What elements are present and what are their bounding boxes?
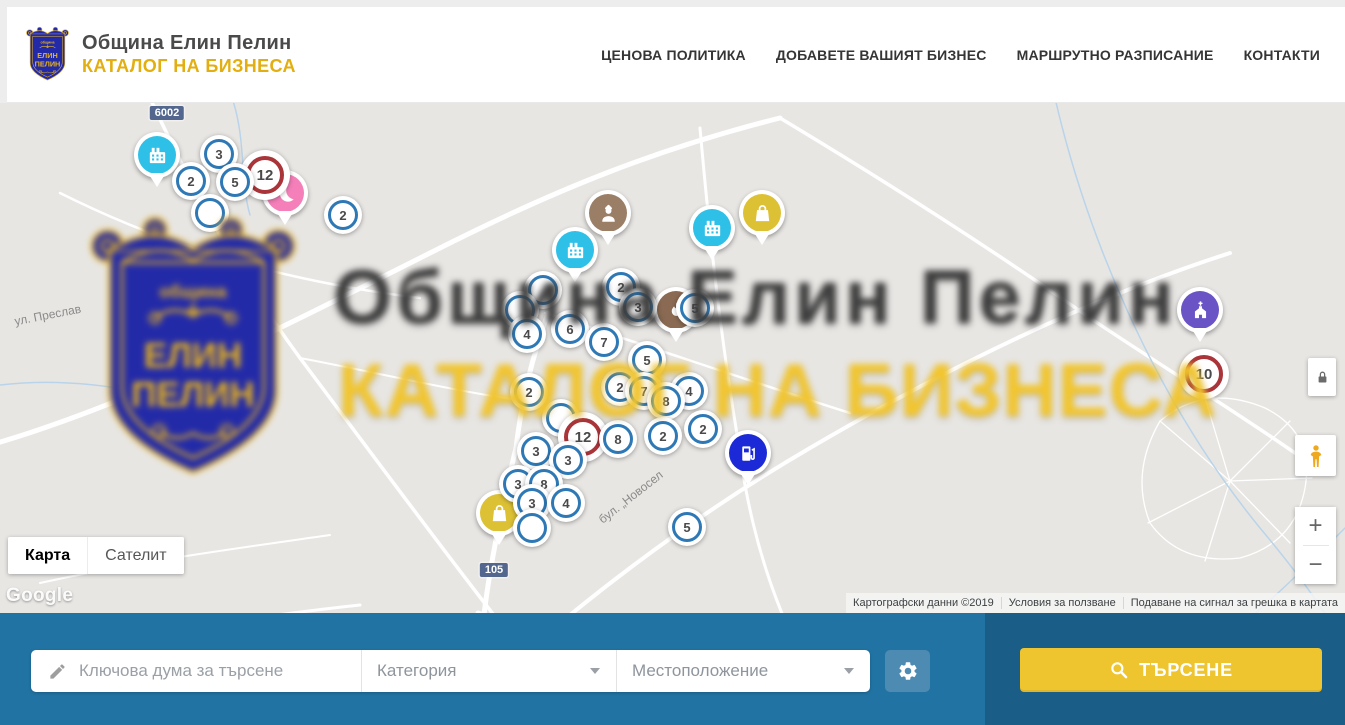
map-cluster[interactable] xyxy=(513,509,551,547)
cluster-count: 3 xyxy=(532,444,539,459)
chevron-down-icon xyxy=(590,668,600,674)
cluster-count: 5 xyxy=(231,175,238,190)
map-cluster[interactable]: 5 xyxy=(216,163,254,201)
cluster-count: 2 xyxy=(525,385,532,400)
cluster-count: 4 xyxy=(523,327,530,342)
cluster-count: 5 xyxy=(683,520,690,535)
nav-link[interactable]: ЦЕНОВА ПОЛИТИКА xyxy=(601,47,746,63)
map-pin-factory[interactable] xyxy=(134,132,180,178)
search-button-label: ТЪРСЕНЕ xyxy=(1139,660,1233,681)
cluster-count: 6 xyxy=(566,322,573,337)
cluster-count: 8 xyxy=(614,432,621,447)
map-lock-button[interactable] xyxy=(1308,358,1336,396)
map-cluster[interactable]: 2 xyxy=(324,196,362,234)
map-type-map-button[interactable]: Карта xyxy=(8,537,87,574)
keyword-search-input[interactable] xyxy=(79,661,347,681)
map-cluster[interactable]: 8 xyxy=(647,382,685,420)
main-nav: ЦЕНОВА ПОЛИТИКА ДОБАВЕТЕ ВАШИЯТ БИЗНЕС МАР… xyxy=(601,47,1320,63)
cluster-count: 2 xyxy=(699,422,706,437)
cluster-count: 2 xyxy=(659,429,666,444)
category-dropdown-label: Категория xyxy=(377,661,456,681)
nav-link[interactable]: МАРШРУТНО РАЗПИСАНИЕ xyxy=(1017,47,1214,63)
map-cluster[interactable]: 2 xyxy=(684,410,722,448)
keyword-section xyxy=(31,650,362,692)
cluster-count: 8 xyxy=(662,394,669,409)
cluster-count: 4 xyxy=(685,384,692,399)
gear-icon xyxy=(897,660,919,682)
zoom-in-button[interactable]: + xyxy=(1295,507,1336,545)
search-icon xyxy=(1109,660,1129,680)
cluster-count: 5 xyxy=(691,301,698,316)
nav-link[interactable]: ДОБАВЕТЕ ВАШИЯТ БИЗНЕС xyxy=(776,47,987,63)
svg-text:ПЕЛИН: ПЕЛИН xyxy=(35,59,61,68)
map-attribution: Картографски данни ©2019Условия за ползв… xyxy=(846,593,1345,613)
map-zoom-control: + − xyxy=(1295,507,1336,584)
map-pin-factory[interactable] xyxy=(689,205,735,251)
lock-icon xyxy=(1314,369,1331,386)
map-type-control: Карта Сателит xyxy=(8,537,184,574)
map-pin-worker[interactable] xyxy=(585,190,631,236)
search-panel-left: Категория Местоположение xyxy=(0,613,985,725)
svg-text:ЕЛИН: ЕЛИН xyxy=(37,51,57,60)
map-pin-bag[interactable] xyxy=(739,190,785,236)
map-cluster[interactable]: 10 xyxy=(1179,349,1229,399)
page-edge-left xyxy=(0,0,7,103)
map-cluster[interactable]: 6 xyxy=(551,310,589,348)
cluster-count: 3 xyxy=(634,300,641,315)
cluster-count: 12 xyxy=(257,167,274,184)
category-dropdown[interactable]: Категория xyxy=(362,650,617,692)
attribution-text: Картографски данни ©2019 xyxy=(846,597,1001,609)
map-cluster[interactable]: 2 xyxy=(644,417,682,455)
street-view-pegman-button[interactable] xyxy=(1295,435,1336,476)
site-logo[interactable]: община ЕЛИН ПЕЛИН Община Елин Пелин КАТА… xyxy=(25,26,296,84)
cluster-count: 2 xyxy=(339,208,346,223)
map-cluster[interactable]: 7 xyxy=(585,323,623,361)
nav-link[interactable]: КОНТАКТИ xyxy=(1244,47,1320,63)
cluster-count: 4 xyxy=(562,496,569,511)
map-cluster[interactable]: 5 xyxy=(676,289,714,327)
zoom-out-button[interactable]: − xyxy=(1295,546,1336,584)
svg-text:община: община xyxy=(41,40,56,44)
cluster-count: 3 xyxy=(215,147,222,162)
search-button[interactable]: ТЪРСЕНЕ xyxy=(1020,648,1322,692)
page-edge-top xyxy=(0,0,1345,7)
map-cluster[interactable]: 4 xyxy=(547,484,585,522)
map-markers-layer: 32125223564752742822128333834510 xyxy=(0,103,1345,613)
map-cluster[interactable]: 3 xyxy=(619,288,657,326)
map-pin-fuel[interactable] xyxy=(725,430,771,476)
map-canvas[interactable]: ул. Преславбул. „Новосел6002105 32125223… xyxy=(0,103,1345,613)
location-dropdown-label: Местоположение xyxy=(632,661,768,681)
search-bar: Категория Местоположение xyxy=(31,650,870,692)
pencil-icon xyxy=(48,662,67,681)
municipality-shield-icon: община ЕЛИН ПЕЛИН xyxy=(25,26,70,84)
site-subtitle: КАТАЛОГ НА БИЗНЕСА xyxy=(82,56,296,77)
attribution-link[interactable]: Условия за ползване xyxy=(1001,597,1123,609)
map-cluster[interactable]: 5 xyxy=(668,508,706,546)
location-dropdown[interactable]: Местоположение xyxy=(617,650,870,692)
search-panel-right: ТЪРСЕНЕ xyxy=(985,613,1345,725)
cluster-count: 5 xyxy=(643,353,650,368)
search-panel: Категория Местоположение ТЪРСЕНЕ xyxy=(0,613,1345,725)
cluster-count: 3 xyxy=(564,453,571,468)
map-cluster[interactable]: 2 xyxy=(510,373,548,411)
map-type-satellite-button[interactable]: Сателит xyxy=(87,537,183,574)
google-logo[interactable]: Google xyxy=(6,585,73,607)
map-pin-factory[interactable] xyxy=(552,227,598,273)
chevron-down-icon xyxy=(844,668,854,674)
cluster-count: 2 xyxy=(617,280,624,295)
pegman-icon xyxy=(1303,443,1329,469)
map-cluster[interactable]: 4 xyxy=(508,315,546,353)
cluster-count: 2 xyxy=(187,174,194,189)
site-header: община ЕЛИН ПЕЛИН Община Елин Пелин КАТА… xyxy=(0,0,1345,103)
cluster-count: 10 xyxy=(1196,366,1213,383)
site-title: Община Елин Пелин xyxy=(82,32,296,55)
cluster-count: 2 xyxy=(616,380,623,395)
cluster-count: 7 xyxy=(600,335,607,350)
advanced-search-button[interactable] xyxy=(885,650,930,692)
map-cluster[interactable]: 8 xyxy=(599,420,637,458)
map-pin-church[interactable] xyxy=(1177,287,1223,333)
map-cluster[interactable] xyxy=(191,194,229,232)
attribution-link[interactable]: Подаване на сигнал за грешка в картата xyxy=(1123,597,1345,609)
